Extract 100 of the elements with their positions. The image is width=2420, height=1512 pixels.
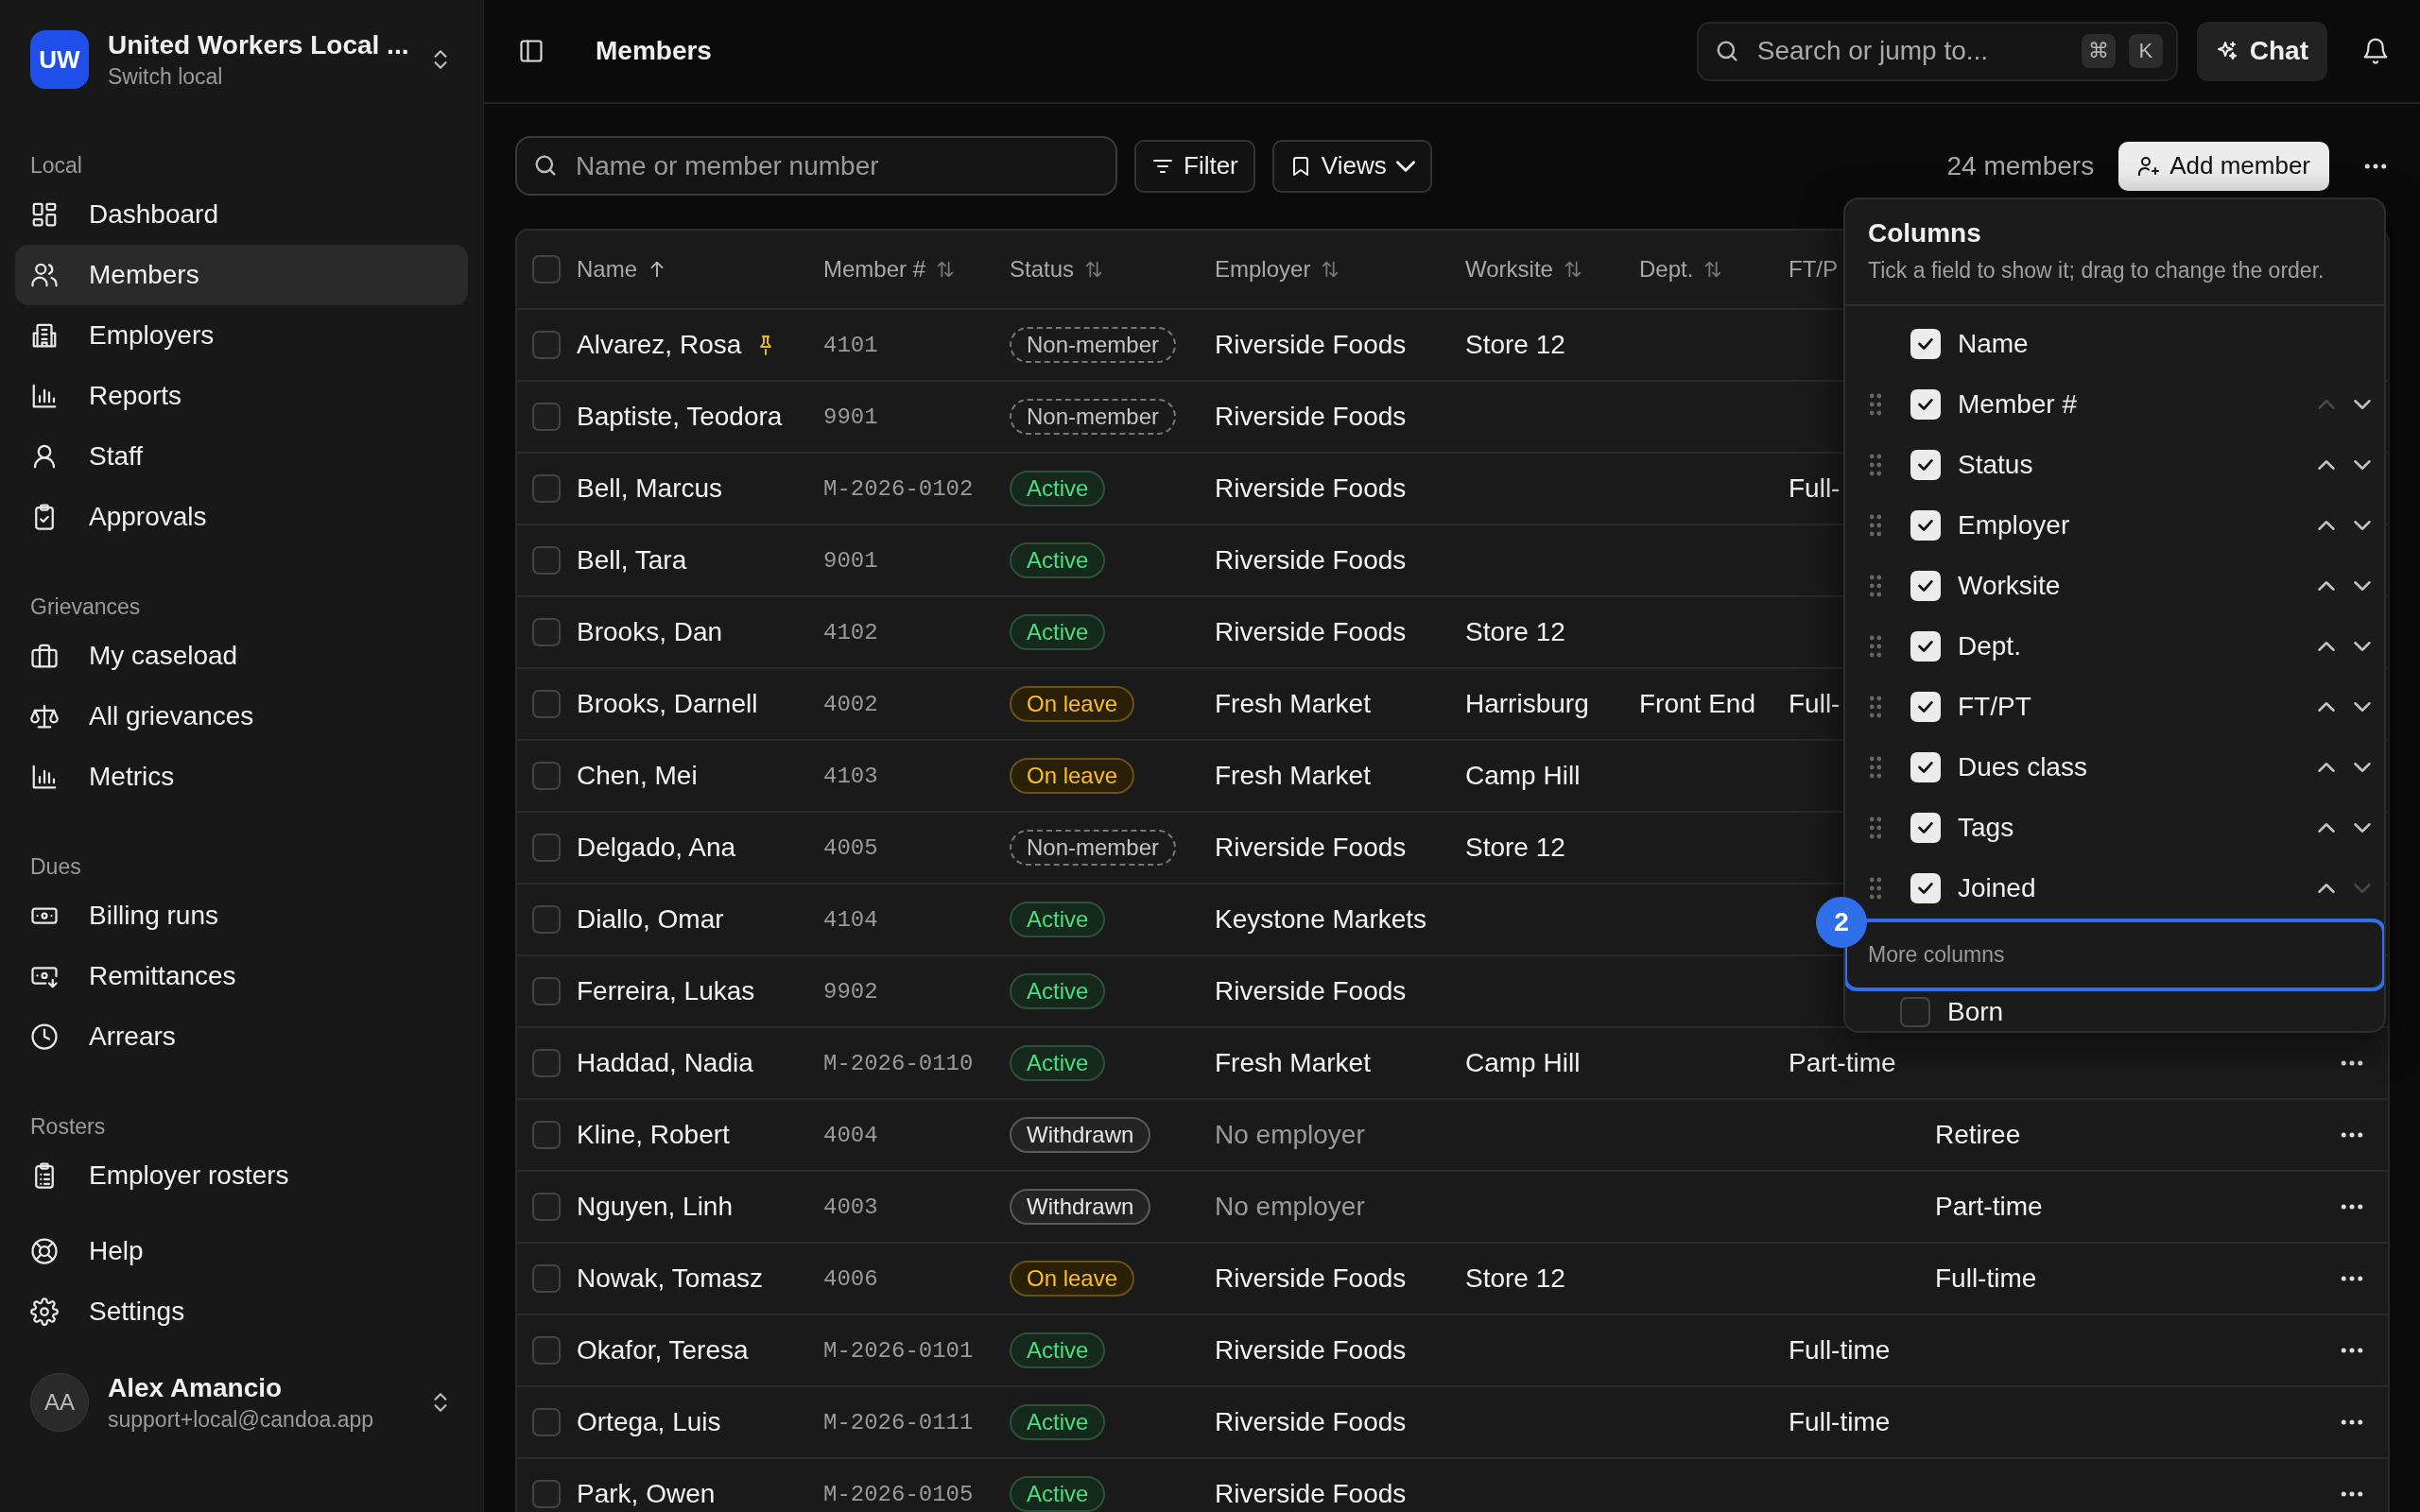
section-label: Rosters <box>29 1113 107 1141</box>
row-checkbox[interactable] <box>532 833 561 862</box>
status-tag: Active <box>1010 542 1106 578</box>
section-label: Dues <box>29 853 82 881</box>
nav-item[interactable]: Settings <box>15 1281 468 1342</box>
filter-button[interactable]: Filter <box>1134 139 1255 193</box>
member-name[interactable]: Ferreira, Lukas <box>577 976 755 1006</box>
nav-item[interactable]: Help <box>15 1221 468 1281</box>
member-number: 4004 <box>823 1122 878 1148</box>
nav-item[interactable]: Arrears <box>15 1006 468 1067</box>
nav-item[interactable]: Remittances <box>15 946 468 1006</box>
member-name[interactable]: Nowak, Tomasz <box>577 1263 764 1294</box>
member-name[interactable]: Bell, Marcus <box>577 473 723 504</box>
column-header[interactable]: Worksite <box>1465 256 1553 283</box>
column-option: Tags <box>1958 813 2312 843</box>
status-tag: Non-member <box>1010 327 1177 363</box>
nav-item[interactable]: My caseload <box>15 626 468 686</box>
table-cell: Riverside Foods <box>1215 1407 1407 1437</box>
row-checkbox[interactable] <box>532 546 561 575</box>
status-tag: Active <box>1010 973 1106 1009</box>
member-count: 24 members <box>1946 150 2095 181</box>
member-name[interactable]: Haddad, Nadia <box>577 1048 753 1078</box>
status-tag: Active <box>1010 1332 1106 1368</box>
nav-item[interactable]: Members <box>15 245 468 305</box>
row-checkbox[interactable] <box>532 690 561 718</box>
nav-item[interactable]: Staff <box>15 426 468 487</box>
bar-chart-icon <box>30 382 59 410</box>
member-name[interactable]: Brooks, Darnell <box>577 689 758 719</box>
row-checkbox[interactable] <box>532 1480 561 1508</box>
table-cell: Riverside Foods <box>1215 402 1407 432</box>
member-name[interactable]: Diallo, Omar <box>577 904 724 935</box>
nav-item[interactable]: Reports <box>15 366 468 426</box>
switch-local-link[interactable]: Switch local <box>108 63 428 90</box>
person-add-icon <box>2137 154 2161 178</box>
nav-item[interactable]: Employer rosters <box>15 1145 468 1206</box>
section-label: Local <box>29 152 83 180</box>
bell-icon[interactable] <box>2361 37 2390 65</box>
row-checkbox[interactable] <box>532 1336 561 1365</box>
member-number: M-2026-0101 <box>823 1337 974 1364</box>
status-tag: Active <box>1010 471 1106 507</box>
row-checkbox[interactable] <box>532 1121 561 1149</box>
sidebar-toggle-icon[interactable] <box>518 38 544 64</box>
row-checkbox[interactable] <box>532 762 561 790</box>
column-option: Status <box>1958 450 2312 480</box>
nav-item[interactable]: Dashboard <box>15 184 468 245</box>
table-cell: Full-time <box>1789 1335 1891 1366</box>
table-cell: Store 12 <box>1465 1263 1565 1294</box>
column-header[interactable]: Employer <box>1215 256 1311 283</box>
search-field[interactable]: Name or member number <box>515 136 1117 196</box>
member-name[interactable]: Baptiste, Teodora <box>577 402 783 432</box>
member-name[interactable]: Alvarez, Rosa <box>577 330 742 360</box>
add-member-button[interactable]: Add member <box>2118 141 2329 191</box>
member-name[interactable]: Nguyen, Linh <box>577 1192 733 1222</box>
nav-item[interactable]: All grievances <box>15 686 468 747</box>
views-button[interactable]: Views <box>1271 139 1432 193</box>
table-cell: Store 12 <box>1465 617 1565 647</box>
status-tag: Active <box>1010 1476 1106 1512</box>
member-name[interactable]: Chen, Mei <box>577 761 698 791</box>
row-checkbox[interactable] <box>532 331 561 359</box>
member-number: M-2026-0102 <box>823 475 974 502</box>
member-number: M-2026-0105 <box>823 1481 974 1507</box>
member-name[interactable]: Ortega, Luis <box>577 1407 721 1437</box>
nav-item[interactable]: Employers <box>15 305 468 366</box>
row-checkbox[interactable] <box>532 1408 561 1436</box>
member-name[interactable]: Brooks, Dan <box>577 617 723 647</box>
nav-item[interactable]: Metrics <box>15 747 468 807</box>
row-checkbox[interactable] <box>532 403 561 431</box>
bar-chart-icon <box>30 763 59 791</box>
table-cell: Fresh Market <box>1215 761 1371 791</box>
user-email: support+local@candoa.app <box>108 1406 375 1433</box>
row-checkbox[interactable] <box>532 1193 561 1221</box>
table-cell: Full- <box>1789 689 1841 719</box>
column-option: Member # <box>1958 389 2312 420</box>
row-checkbox[interactable] <box>532 977 561 1005</box>
column-header[interactable]: Name <box>577 256 638 283</box>
org-name: United Workers Local ... <box>108 29 410 60</box>
checkbox[interactable] <box>1900 997 1930 1027</box>
row-checkbox[interactable] <box>532 474 561 503</box>
panel-hint: Tick a field to show it; drag to change the order. <box>1868 258 2325 284</box>
member-name[interactable]: Park, Owen <box>577 1479 716 1509</box>
member-name[interactable]: Okafor, Teresa <box>577 1335 749 1366</box>
chat-button[interactable]: Chat <box>2196 21 2327 81</box>
member-number: 9901 <box>823 404 878 430</box>
column-header[interactable]: Member # <box>823 256 926 283</box>
table-cell: Fresh Market <box>1215 689 1371 719</box>
section-label: Grievances <box>29 593 142 621</box>
nav-item[interactable]: Billing runs <box>15 885 468 946</box>
select-all-checkbox[interactable] <box>532 255 561 284</box>
row-checkbox[interactable] <box>532 618 561 646</box>
row-checkbox[interactable] <box>532 1049 561 1077</box>
member-name[interactable]: Kline, Robert <box>577 1120 730 1150</box>
row-checkbox[interactable] <box>532 905 561 934</box>
column-header[interactable]: FT/P <box>1789 256 1838 283</box>
column-option: Dept. <box>1958 631 2312 662</box>
row-checkbox[interactable] <box>532 1264 561 1293</box>
column-header[interactable]: Status <box>1010 256 1075 283</box>
member-name[interactable]: Bell, Tara <box>577 545 687 576</box>
column-header[interactable]: Dept. <box>1639 256 1694 283</box>
member-name[interactable]: Delgado, Ana <box>577 833 736 863</box>
nav-item[interactable]: Approvals <box>15 487 468 547</box>
